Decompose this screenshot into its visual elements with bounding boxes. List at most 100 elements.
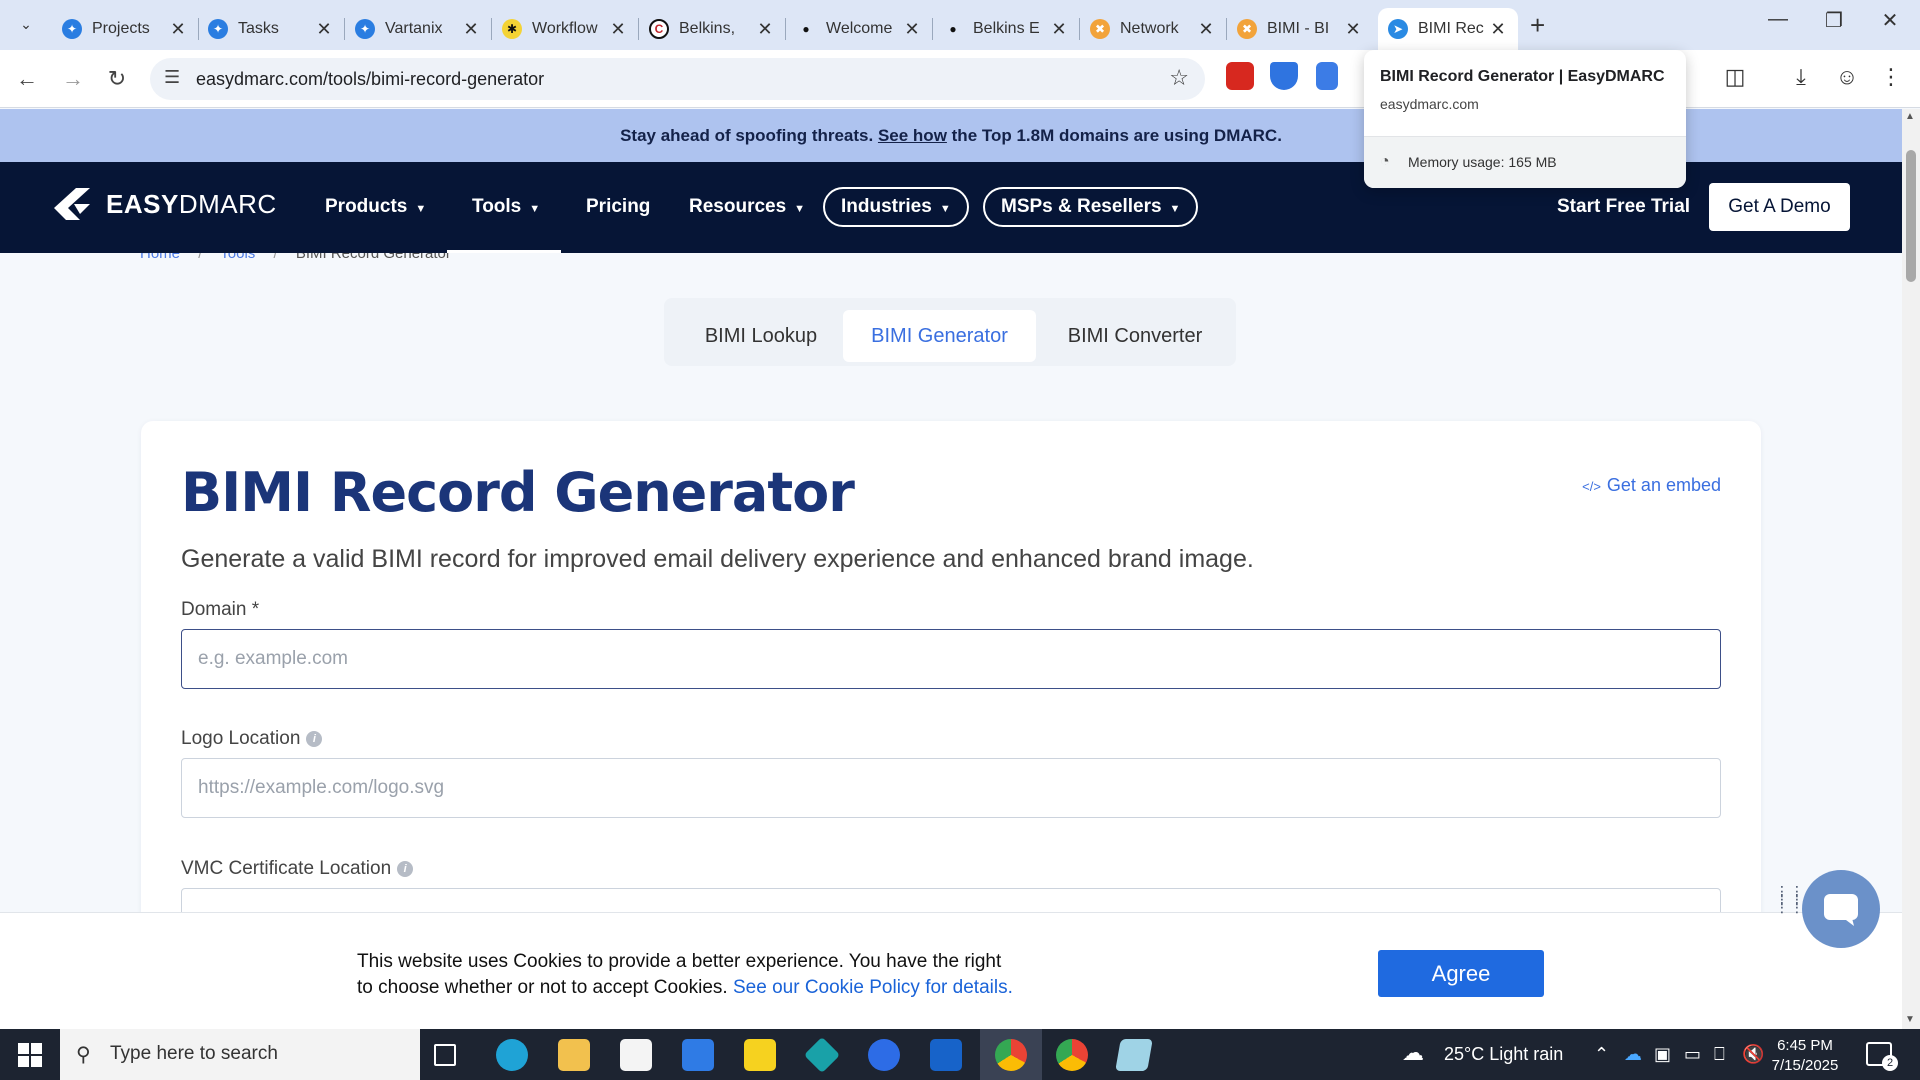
close-tab-icon[interactable]: ✕ [608, 19, 628, 40]
outlook-icon[interactable] [930, 1039, 962, 1071]
chrome-icon[interactable] [1056, 1039, 1088, 1071]
browser-tab[interactable]: ● Welcome ✕ [786, 8, 933, 50]
nav-tools[interactable]: Tools ▼ [472, 196, 540, 218]
banner-see-how-link[interactable]: See how [878, 126, 947, 145]
back-icon[interactable]: ← [12, 64, 42, 94]
tab-bimi-converter[interactable]: BIMI Converter [1042, 310, 1228, 362]
embed-label: Get an embed [1606, 475, 1721, 495]
new-tab-icon[interactable]: + [1530, 10, 1545, 41]
bookmark-star-icon[interactable]: ☆ [1169, 65, 1189, 91]
nav-resources[interactable]: Resources ▼ [689, 196, 805, 218]
browser-tab[interactable]: ● Belkins E ✕ [933, 8, 1080, 50]
browser-tab[interactable]: ✖ Network ✕ [1080, 8, 1227, 50]
browser-tab[interactable]: C Belkins, ✕ [639, 8, 786, 50]
close-tab-icon[interactable]: ✕ [168, 19, 188, 40]
browser-tab[interactable]: ✦ Projects ✕ [52, 8, 199, 50]
scroll-down-icon[interactable]: ▼ [1905, 1014, 1915, 1025]
pdf-extension-icon[interactable] [1226, 62, 1254, 90]
doc-extension-icon[interactable] [1316, 62, 1338, 90]
agree-button[interactable]: Agree [1378, 950, 1544, 997]
tab-search-chevron-icon[interactable]: ⌄ [12, 10, 40, 38]
menu-kebab-icon[interactable]: ⋮ [1876, 62, 1906, 92]
close-tab-icon[interactable]: ✕ [1196, 19, 1216, 40]
app-diamond-icon[interactable] [803, 1036, 841, 1074]
easydmarc-logo[interactable]: EASY DMARC [50, 186, 277, 222]
forward-icon[interactable]: → [58, 64, 88, 94]
logo-location-input[interactable] [181, 758, 1721, 818]
restore-icon[interactable]: ❐ [1814, 8, 1854, 33]
close-tab-icon[interactable]: ✕ [1488, 19, 1508, 40]
taskbar-search[interactable]: ⚲ Type here to search [60, 1029, 420, 1080]
tray-app-icon[interactable]: ▣ [1654, 1044, 1671, 1065]
close-tab-icon[interactable]: ✕ [314, 19, 334, 40]
hover-card-memory: ◔ Memory usage: 165 MB [1364, 136, 1686, 188]
browser-tab-active[interactable]: ➤ BIMI Rec ✕ [1378, 8, 1518, 50]
edge-icon[interactable] [496, 1039, 528, 1071]
get-a-demo-button[interactable]: Get A Demo [1709, 183, 1850, 231]
close-tab-icon[interactable]: ✕ [1049, 19, 1069, 40]
onedrive-icon[interactable]: ☁ [1624, 1044, 1642, 1065]
tab-bimi-generator[interactable]: BIMI Generator [843, 310, 1036, 362]
close-tab-icon[interactable]: ✕ [902, 19, 922, 40]
windows-start-icon[interactable] [18, 1043, 42, 1067]
zoom-icon[interactable] [868, 1039, 900, 1071]
extensions-puzzle-icon[interactable]: ◫ [1720, 62, 1750, 92]
reload-icon[interactable]: ↻ [102, 64, 132, 94]
logo-location-label: Logo Location i [181, 728, 323, 750]
domain-input[interactable] [181, 629, 1721, 689]
nav-products[interactable]: Products ▼ [325, 196, 426, 218]
favicon-icon: ✦ [355, 19, 375, 39]
breadcrumb-tools[interactable]: Tools [220, 253, 255, 262]
mail-icon[interactable] [682, 1039, 714, 1071]
chat-widget-button[interactable] [1802, 870, 1880, 948]
scrollbar-thumb[interactable] [1906, 150, 1916, 282]
browser-tab[interactable]: ✱ Workflow ✕ [492, 8, 639, 50]
tray-chevron-icon[interactable]: ⌃ [1594, 1044, 1609, 1065]
app-icon[interactable] [1115, 1039, 1153, 1071]
close-tab-icon[interactable]: ✕ [461, 19, 481, 40]
profile-icon[interactable]: ☺ [1832, 62, 1862, 92]
tab-title: Projects [92, 20, 150, 37]
address-bar[interactable]: ☰ easydmarc.com/tools/bimi-record-genera… [150, 58, 1205, 100]
drag-grip-icon[interactable]: ⋮⋮ ⋮⋮ ⋮⋮ [1775, 884, 1805, 914]
code-icon: </> [1582, 479, 1601, 494]
file-explorer-icon[interactable] [558, 1039, 590, 1071]
nav-msps-resellers[interactable]: MSPs & Resellers ▼ [983, 187, 1199, 227]
chrome-icon[interactable] [995, 1039, 1027, 1071]
weather-cloud-icon[interactable]: ☁ [1402, 1040, 1424, 1066]
sticky-notes-icon[interactable] [744, 1039, 776, 1071]
cookie-policy-link[interactable]: See our Cookie Policy for details. [733, 977, 1013, 998]
cookie-message: This website uses Cookies to provide a b… [357, 949, 1017, 1001]
minimize-icon[interactable]: — [1758, 8, 1798, 31]
nav-label: Resources [689, 196, 787, 217]
nav-industries[interactable]: Industries ▼ [823, 187, 969, 227]
weather-text[interactable]: 25°C Light rain [1444, 1044, 1563, 1065]
tab-bimi-lookup[interactable]: BIMI Lookup [676, 310, 846, 362]
nav-label: Tools [472, 196, 522, 217]
start-free-trial-link[interactable]: Start Free Trial [1557, 196, 1690, 218]
close-window-icon[interactable]: ✕ [1870, 8, 1910, 33]
store-icon[interactable] [620, 1039, 652, 1071]
shield-extension-icon[interactable] [1270, 62, 1298, 90]
task-view-icon[interactable] [434, 1044, 456, 1066]
get-embed-link[interactable]: </> Get an embed [1582, 475, 1721, 496]
browser-tab[interactable]: ✦ Tasks ✕ [198, 8, 345, 50]
nav-pricing[interactable]: Pricing [586, 196, 650, 218]
page-subtitle: Generate a valid BIMI record for improve… [181, 545, 1254, 573]
scroll-up-icon[interactable]: ▲ [1905, 111, 1915, 122]
domain-label: Domain * [181, 599, 259, 621]
battery-icon[interactable]: ▭ [1684, 1044, 1701, 1065]
tab-title: BIMI Rec [1418, 20, 1484, 37]
info-icon[interactable]: i [306, 730, 323, 747]
close-tab-icon[interactable]: ✕ [755, 19, 775, 40]
system-clock[interactable]: 6:45 PM 7/15/2025 [1760, 1036, 1850, 1076]
download-icon[interactable]: ⤓ [1786, 62, 1816, 92]
network-icon[interactable]: ⎕ [1714, 1044, 1725, 1065]
browser-tab[interactable]: ✖ BIMI - BI ✕ [1227, 8, 1373, 50]
site-info-icon[interactable]: ☰ [164, 67, 180, 88]
page-scrollbar[interactable]: ▲ ▼ [1902, 109, 1920, 1029]
info-icon[interactable]: i [397, 860, 414, 877]
close-tab-icon[interactable]: ✕ [1343, 19, 1363, 40]
browser-tab[interactable]: ✦ Vartanix ✕ [345, 8, 492, 50]
breadcrumb-home[interactable]: Home [140, 253, 180, 262]
